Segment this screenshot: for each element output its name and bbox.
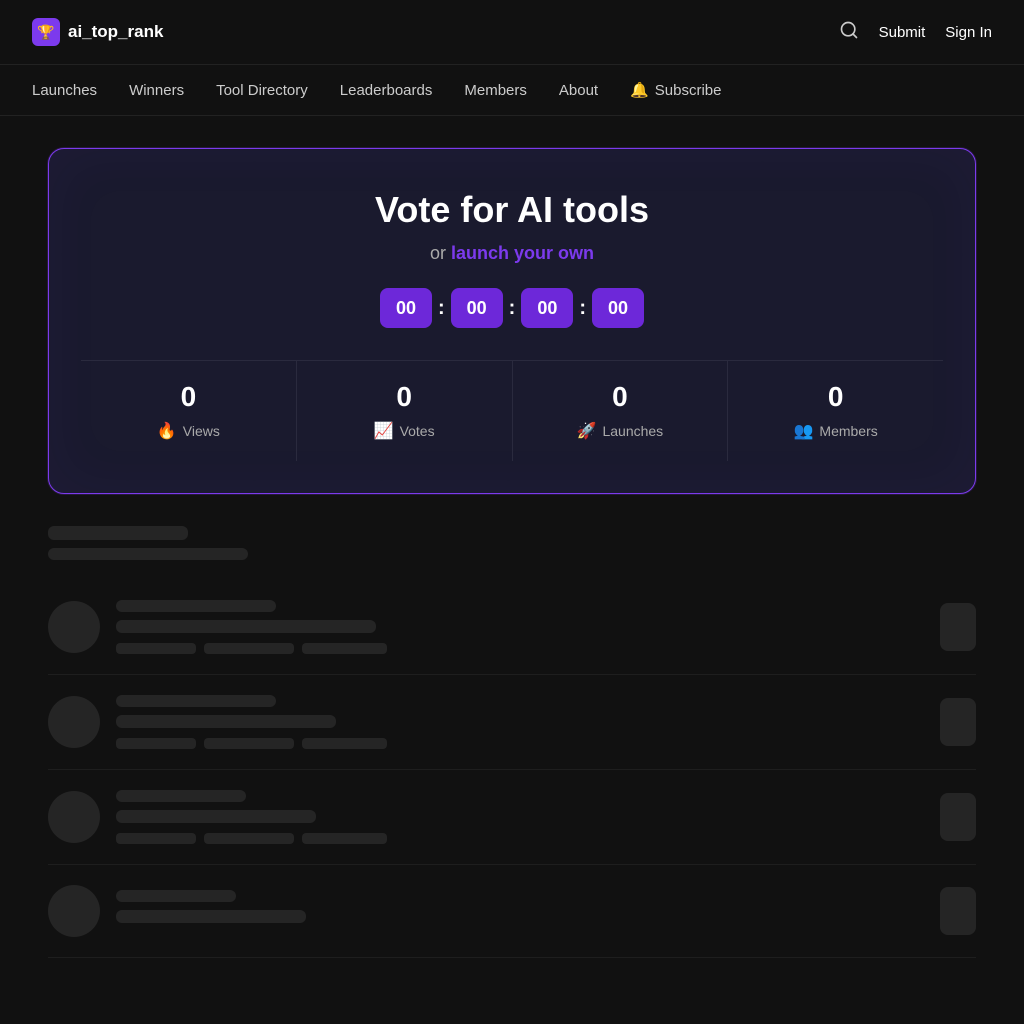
members-icon: 👥 bbox=[793, 421, 813, 441]
stat-votes-label: 📈 Votes bbox=[313, 421, 496, 441]
skeleton-line-b-2 bbox=[116, 715, 336, 728]
bell-icon: 🔔 bbox=[630, 81, 649, 99]
list-item bbox=[48, 675, 976, 770]
skeleton-avatar-3 bbox=[48, 791, 100, 843]
skeleton-vote-4 bbox=[940, 887, 976, 935]
countdown-sep-1: : bbox=[436, 297, 447, 320]
stat-members-value: 0 bbox=[744, 381, 927, 413]
nav-item-tool-directory[interactable]: Tool Directory bbox=[216, 78, 308, 103]
skeleton-avatar-2 bbox=[48, 696, 100, 748]
countdown-sep-3: : bbox=[577, 297, 588, 320]
stat-views-label: 🔥 Views bbox=[97, 421, 280, 441]
launches-icon: 🚀 bbox=[577, 421, 597, 441]
votes-label-text: Votes bbox=[400, 423, 435, 439]
skeleton-line-a-1 bbox=[116, 600, 276, 612]
countdown-seconds: 00 bbox=[521, 288, 573, 328]
item-content-4 bbox=[116, 890, 924, 933]
skeleton-header-subtitle bbox=[48, 548, 248, 560]
nav-item-about[interactable]: About bbox=[559, 78, 598, 103]
countdown-minutes: 00 bbox=[451, 288, 503, 328]
stat-views-value: 0 bbox=[97, 381, 280, 413]
submit-button[interactable]: Submit bbox=[879, 24, 926, 41]
skeleton-tag-2b bbox=[204, 738, 294, 749]
item-content-2 bbox=[116, 695, 924, 749]
skeleton-tag-2a bbox=[116, 738, 196, 749]
list-item bbox=[48, 865, 976, 958]
skeleton-line-a-2 bbox=[116, 695, 276, 707]
skeleton-line-a-3 bbox=[116, 790, 246, 802]
votes-icon: 📈 bbox=[374, 421, 394, 441]
navbar: Launches Winners Tool Directory Leaderbo… bbox=[0, 64, 1024, 116]
skeleton-line-b-1 bbox=[116, 620, 376, 633]
skeleton-vote-3 bbox=[940, 793, 976, 841]
skeleton-tag-1b bbox=[204, 643, 294, 654]
list-item bbox=[48, 580, 976, 675]
stat-members-label: 👥 Members bbox=[744, 421, 927, 441]
skeleton-avatar-4 bbox=[48, 885, 100, 937]
skeleton-line-a-4 bbox=[116, 890, 236, 902]
nav-item-launches[interactable]: Launches bbox=[32, 78, 97, 103]
logo-icon: 🏆 bbox=[32, 18, 60, 46]
nav-item-leaderboards[interactable]: Leaderboards bbox=[340, 78, 433, 103]
skeleton-tags-3 bbox=[116, 833, 924, 844]
topbar-right: Submit Sign In bbox=[839, 20, 992, 45]
skeleton-tag-3b bbox=[204, 833, 294, 844]
subscribe-label: Subscribe bbox=[655, 82, 722, 99]
stats-row: 0 🔥 Views 0 📈 Votes 0 🚀 Launches bbox=[81, 360, 943, 461]
views-label-text: Views bbox=[183, 423, 220, 439]
hero-launch-link[interactable]: launch your own bbox=[451, 243, 594, 263]
signin-button[interactable]: Sign In bbox=[945, 24, 992, 41]
members-label-text: Members bbox=[819, 423, 877, 439]
skeleton-tag-2c bbox=[302, 738, 387, 749]
logo-text: ai_top_rank bbox=[68, 22, 163, 42]
launches-label-text: Launches bbox=[602, 423, 663, 439]
hero-subtitle-prefix: or bbox=[430, 243, 451, 263]
stat-launches-value: 0 bbox=[529, 381, 712, 413]
list-header bbox=[48, 526, 976, 560]
stat-members: 0 👥 Members bbox=[728, 361, 943, 461]
item-content-1 bbox=[116, 600, 924, 654]
nav-subscribe[interactable]: 🔔 Subscribe bbox=[630, 81, 721, 99]
item-content-3 bbox=[116, 790, 924, 844]
list-section bbox=[0, 494, 1024, 990]
skeleton-avatar-1 bbox=[48, 601, 100, 653]
countdown: 00 : 00 : 00 : 00 bbox=[81, 288, 943, 328]
list-item bbox=[48, 770, 976, 865]
skeleton-vote-1 bbox=[940, 603, 976, 651]
countdown-hours: 00 bbox=[380, 288, 432, 328]
skeleton-tag-3a bbox=[116, 833, 196, 844]
nav-item-winners[interactable]: Winners bbox=[129, 78, 184, 103]
skeleton-tag-3c bbox=[302, 833, 387, 844]
topbar: 🏆 ai_top_rank Submit Sign In bbox=[0, 0, 1024, 64]
skeleton-line-b-3 bbox=[116, 810, 316, 823]
hero-wrapper: Vote for AI tools or launch your own 00 … bbox=[0, 116, 1024, 494]
skeleton-tags-2 bbox=[116, 738, 924, 749]
skeleton-line-b-4 bbox=[116, 910, 306, 923]
skeleton-header-title bbox=[48, 526, 188, 540]
logo[interactable]: 🏆 ai_top_rank bbox=[32, 18, 163, 46]
stat-views: 0 🔥 Views bbox=[81, 361, 297, 461]
stat-votes: 0 📈 Votes bbox=[297, 361, 513, 461]
stat-launches-label: 🚀 Launches bbox=[529, 421, 712, 441]
countdown-ms: 00 bbox=[592, 288, 644, 328]
skeleton-vote-2 bbox=[940, 698, 976, 746]
stat-launches: 0 🚀 Launches bbox=[513, 361, 729, 461]
hero-subtitle: or launch your own bbox=[81, 243, 943, 264]
countdown-sep-2: : bbox=[507, 297, 518, 320]
skeleton-tag-1a bbox=[116, 643, 196, 654]
hero-title: Vote for AI tools bbox=[81, 189, 943, 231]
stat-votes-value: 0 bbox=[313, 381, 496, 413]
search-icon[interactable] bbox=[839, 20, 859, 45]
skeleton-tags-1 bbox=[116, 643, 924, 654]
views-icon: 🔥 bbox=[157, 421, 177, 441]
skeleton-tag-1c bbox=[302, 643, 387, 654]
nav-item-members[interactable]: Members bbox=[464, 78, 527, 103]
hero-card: Vote for AI tools or launch your own 00 … bbox=[48, 148, 976, 494]
